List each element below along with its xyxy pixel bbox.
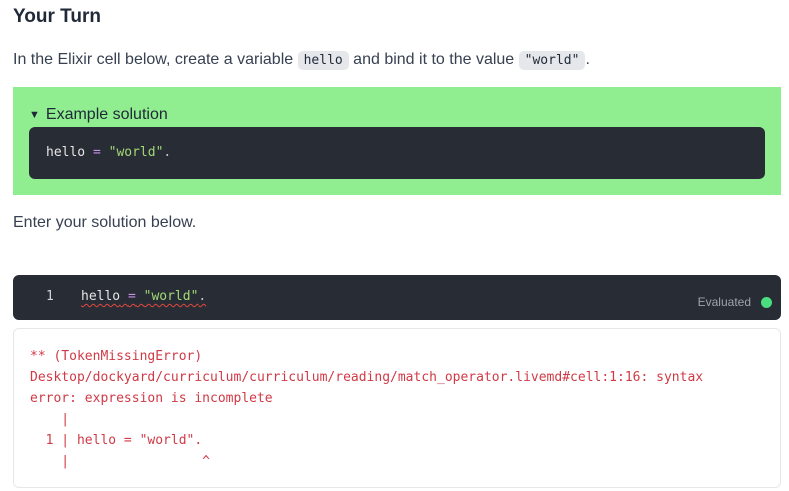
example-code-line: hello = "world". — [46, 144, 171, 162]
editor-punctuation: . — [198, 289, 207, 304]
error-output: ** (TokenMissingError) Desktop/dockyard/… — [13, 328, 781, 488]
evaluation-status-label: Evaluated — [697, 295, 751, 309]
disclosure-triangle-icon: ▼ — [29, 109, 40, 121]
example-solution-toggle[interactable]: ▼ Example solution — [29, 105, 168, 126]
error-line: Desktop/dockyard/curriculum/curriculum/r… — [30, 370, 704, 385]
error-text: ** (TokenMissingError) Desktop/dockyard/… — [30, 346, 703, 472]
editor-string: "world" — [143, 289, 199, 304]
example-solution-details: ▼ Example solution hello = "world". — [13, 87, 781, 195]
editor-operator: = — [127, 289, 136, 304]
inline-code-world: "world" — [518, 51, 586, 70]
error-line: | ^ — [30, 454, 211, 469]
evaluation-status: Evaluated — [698, 295, 772, 309]
example-solution-label: Example solution — [45, 106, 168, 123]
editor-identifier: hello — [81, 289, 121, 304]
code-identifier: hello — [46, 145, 86, 160]
code-string: "world" — [108, 145, 164, 160]
instruction-text: In the Elixir cell below, create a varia… — [13, 49, 590, 72]
code-editor-cell[interactable]: 1 hello = "world". Evaluated — [13, 275, 781, 320]
section-heading: Your Turn — [13, 6, 101, 27]
line-number: 1 — [46, 289, 54, 304]
status-dot-icon — [761, 296, 772, 308]
error-line: 1 | hello = "world". — [45, 433, 203, 448]
instruction-before: In the Elixir cell below, create a varia… — [13, 51, 298, 68]
example-code-block: hello = "world". — [29, 127, 765, 179]
error-line: | — [61, 412, 70, 427]
code-punctuation: . — [163, 145, 172, 160]
code-operator: = — [92, 145, 101, 160]
error-line: ** (TokenMissingError) — [30, 349, 203, 364]
editor-code-line[interactable]: hello = "world". — [81, 288, 206, 306]
prompt-text: Enter your solution below. — [13, 214, 197, 231]
instruction-after: . — [585, 51, 590, 68]
inline-code-hello: hello — [297, 51, 349, 70]
instruction-middle: and bind it to the value — [348, 51, 519, 68]
error-line: error: expression is incomplete — [30, 391, 273, 406]
